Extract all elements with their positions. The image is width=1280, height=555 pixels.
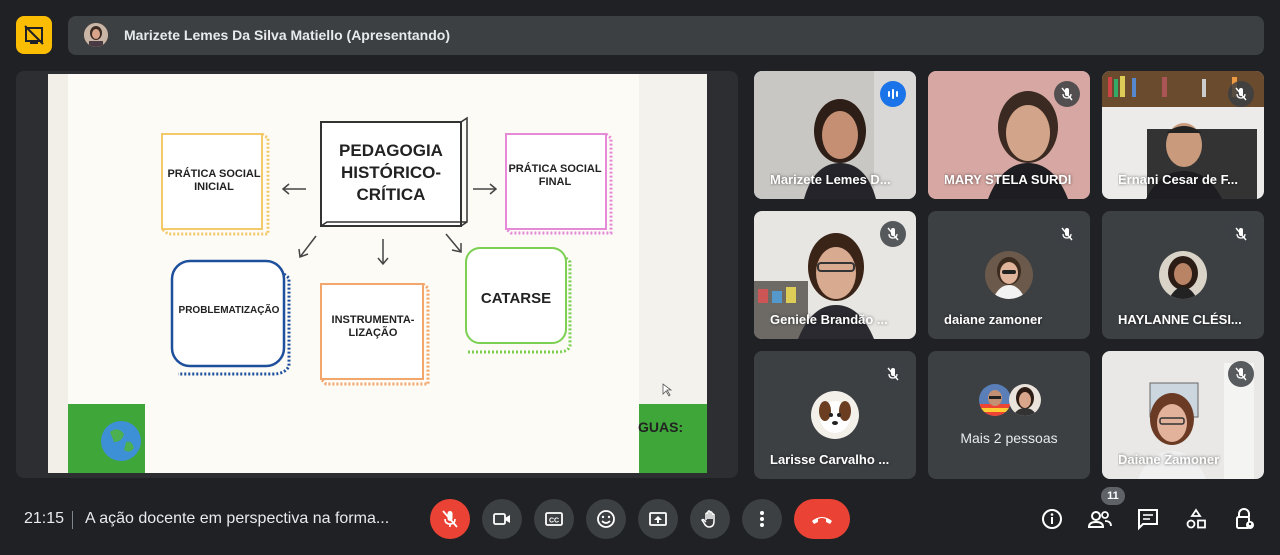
avatar: [811, 391, 859, 439]
presenter-avatar: [84, 23, 108, 47]
participant-name: MARY STELA SURDI: [944, 172, 1072, 187]
participant-name: Ernani Cesar de F...: [1118, 172, 1238, 187]
mic-off-icon: [1228, 361, 1254, 387]
videocam-icon: [493, 513, 510, 525]
camera-toggle-button[interactable]: [482, 499, 522, 539]
raise-hand-button[interactable]: [690, 499, 730, 539]
slide-title: PEDAGOGIA HISTÓRICO- CRÍTICA: [339, 141, 443, 204]
avatar: [979, 384, 1011, 416]
participant-tile[interactable]: Ernani Cesar de F...: [1102, 71, 1264, 199]
participant-tile[interactable]: Larisse Carvalho ...: [754, 351, 916, 479]
box-problematizacao: PROBLEMATIZAÇÃO: [178, 305, 280, 316]
mic-off-icon: [1228, 81, 1254, 107]
box-pratica-social-final: PRÁTICA SOCIAL FINAL: [508, 163, 602, 188]
mic-off-icon: [880, 361, 906, 387]
people-count-badge: 11: [1101, 487, 1125, 505]
divider: [72, 511, 73, 529]
audio-level-icon: [880, 81, 906, 107]
closed-caption-icon: CC: [545, 512, 563, 526]
slide-footer-text: GUAS:: [638, 419, 684, 435]
box-instrumentalizacao: INSTRUMENTA- LIZAÇÃO: [331, 314, 415, 339]
present-stop-icon: [24, 25, 44, 45]
host-controls-button[interactable]: [1228, 503, 1260, 535]
raise-hand-icon: [701, 510, 715, 528]
slide-footer-right: [639, 404, 707, 473]
chat-button[interactable]: [1132, 503, 1164, 535]
participant-tile[interactable]: Marizete Lemes D...: [754, 71, 916, 199]
emoji-icon: [597, 510, 615, 528]
mic-off-icon: [442, 510, 458, 528]
box-pratica-social-inicial: PRÁTICA SOCIAL INICIAL: [167, 168, 261, 193]
mic-off-icon: [1054, 81, 1080, 107]
box-catarse: CATARSE: [480, 290, 552, 307]
mic-off-icon: [880, 221, 906, 247]
meeting-time: 21:15: [24, 510, 65, 527]
participant-name: HAYLANNE CLÉSI...: [1118, 312, 1242, 327]
participant-name: Marizete Lemes D...: [770, 172, 891, 187]
activities-button[interactable]: [1180, 503, 1212, 535]
people-button[interactable]: [1084, 503, 1116, 535]
avatar: [1159, 251, 1207, 299]
people-icon: [1087, 511, 1112, 528]
more-vert-icon: [760, 511, 764, 527]
reactions-button[interactable]: [586, 499, 626, 539]
participant-tile[interactable]: Daiane Zamoner: [1102, 351, 1264, 479]
svg-text:CC: CC: [549, 518, 559, 525]
presenter-bar: Marizete Lemes Da Silva Matiello (Aprese…: [68, 16, 1264, 55]
mic-toggle-button[interactable]: [430, 499, 470, 539]
present-now-button[interactable]: [638, 499, 678, 539]
participant-name: Larisse Carvalho ...: [770, 452, 890, 467]
participant-name: Geniele Brandão ...: [770, 312, 888, 327]
presentation-slide: PEDAGOGIA HISTÓRICO- CRÍTICA PRÁTICA SOC…: [48, 74, 707, 473]
mic-off-icon: [1228, 221, 1254, 247]
lock-person-icon: [1236, 508, 1254, 529]
info-icon: [1042, 509, 1062, 529]
participant-name: daiane zamoner: [944, 312, 1043, 327]
meeting-title[interactable]: A ação docente em perspectiva na forma..…: [85, 510, 389, 528]
activities-icon: [1186, 508, 1206, 529]
chat-icon: [1138, 509, 1158, 531]
more-participants-label: Mais 2 pessoas: [960, 430, 1058, 446]
call-end-icon: [812, 517, 832, 524]
captions-button[interactable]: CC: [534, 499, 574, 539]
presenter-name: Marizete Lemes Da Silva Matiello (Aprese…: [124, 27, 450, 43]
present-screen-icon: [649, 512, 667, 526]
avatar: [1009, 384, 1041, 416]
participant-tile[interactable]: HAYLANNE CLÉSI...: [1102, 211, 1264, 339]
stop-presenting-button[interactable]: [16, 16, 52, 54]
more-options-button[interactable]: [742, 499, 782, 539]
more-participants-tile[interactable]: Mais 2 pessoas: [928, 351, 1090, 479]
globe-image: [101, 421, 141, 461]
mic-off-icon: [1054, 221, 1080, 247]
participant-tile[interactable]: daiane zamoner: [928, 211, 1090, 339]
leave-call-button[interactable]: [794, 499, 850, 539]
participant-tile[interactable]: Geniele Brandão ...: [754, 211, 916, 339]
avatar: [985, 251, 1033, 299]
meeting-details-button[interactable]: [1036, 503, 1068, 535]
participant-name: Daiane Zamoner: [1118, 452, 1220, 467]
participant-tile[interactable]: MARY STELA SURDI: [928, 71, 1090, 199]
